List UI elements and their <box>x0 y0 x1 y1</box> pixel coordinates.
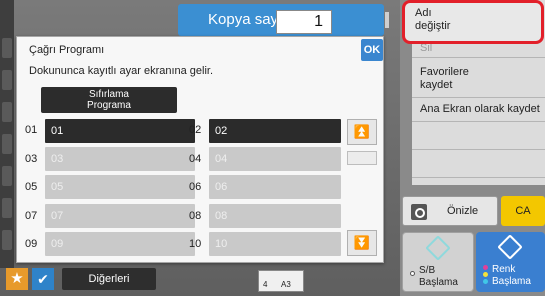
menu-item-label: kaydet <box>420 79 453 91</box>
rail-tab[interactable] <box>2 38 12 58</box>
menu-item-empty <box>412 122 545 150</box>
rail-tab[interactable] <box>2 230 12 250</box>
double-chevron-down-icon: ⏬ <box>353 235 371 250</box>
scroll-down-button[interactable]: ⏬ <box>347 230 377 256</box>
program-number: 06 <box>189 181 202 193</box>
dialog-title: Çağrı Programı <box>29 44 105 56</box>
program-button-02[interactable]: 02 <box>209 119 341 143</box>
color-start-button[interactable]: Renk Başlama <box>476 232 545 292</box>
program-number: 05 <box>25 181 38 193</box>
program-number: 07 <box>25 210 38 222</box>
program-number: 01 <box>25 124 38 136</box>
copy-count-field[interactable]: 1 <box>276 10 332 34</box>
paper-tray-indicator: 4 A3 <box>258 270 304 292</box>
dialog-subtitle: Dokununca kayıtlı ayar ekranına gelir. <box>29 65 214 77</box>
preview-icon <box>411 204 427 220</box>
check-button[interactable]: ✔ <box>32 268 54 290</box>
program-number: 08 <box>189 210 202 222</box>
program-button-04[interactable]: 04 <box>209 147 341 171</box>
program-button-05[interactable]: 05 <box>45 175 195 199</box>
magenta-dot-icon <box>483 265 488 270</box>
clear-all-button[interactable]: CA <box>501 196 545 226</box>
scrollbar-thumb[interactable] <box>347 151 377 165</box>
yellow-dot-icon <box>483 272 488 277</box>
program-number: 03 <box>25 153 38 165</box>
program-number: 10 <box>189 238 202 250</box>
reset-program-button[interactable]: Sıfırlama Programa <box>41 87 177 113</box>
bw-start-label: S/B Başlama <box>419 265 458 288</box>
bw-dot-icon <box>410 271 415 276</box>
ok-button[interactable]: OK <box>361 39 383 61</box>
cyan-dot-icon <box>483 279 488 284</box>
rename-button[interactable]: Adı değiştir <box>402 0 544 44</box>
program-button-09[interactable]: 09 <box>45 232 195 256</box>
scroll-indicator <box>385 12 389 28</box>
program-recall-dialog: Çağrı Programı Dokununca kayıtlı ayar ek… <box>16 36 384 263</box>
rename-label: Adı <box>415 7 432 19</box>
program-button-10[interactable]: 10 <box>209 232 341 256</box>
favorites-star-button[interactable]: ★ <box>6 268 28 290</box>
program-number: 09 <box>25 238 38 250</box>
others-button[interactable]: Diğerleri <box>62 268 156 290</box>
rail-tab[interactable] <box>2 134 12 154</box>
rail-tab[interactable] <box>2 198 12 218</box>
program-number: 02 <box>189 124 202 136</box>
double-chevron-up-icon: ⏫ <box>353 124 371 139</box>
program-button-08[interactable]: 08 <box>209 204 341 228</box>
color-start-label: Renk Başlama <box>492 264 531 287</box>
left-tab-rail <box>0 0 14 268</box>
program-button-03[interactable]: 03 <box>45 147 195 171</box>
start-icon <box>497 234 523 260</box>
rail-tab[interactable] <box>2 166 12 186</box>
rail-tab[interactable] <box>2 102 12 122</box>
program-button-01[interactable]: 01 <box>45 119 195 143</box>
paper-size-label: A3 <box>281 280 291 289</box>
paper-tray-number: 4 <box>263 280 268 289</box>
bw-start-button[interactable]: S/B Başlama <box>402 232 474 292</box>
program-button-06[interactable]: 06 <box>209 175 341 199</box>
preview-label: Önizle <box>447 205 479 217</box>
preview-button[interactable]: Önizle <box>402 196 498 226</box>
start-icon <box>425 235 451 261</box>
rename-label: değiştir <box>415 20 451 32</box>
menu-item-add-favorites[interactable]: Favorilere kaydet <box>412 62 545 98</box>
menu-item-empty <box>412 150 545 178</box>
menu-item-label: Favorilere <box>420 66 469 78</box>
rail-tab[interactable] <box>2 70 12 90</box>
scroll-up-button[interactable]: ⏫ <box>347 119 377 145</box>
menu-item-save-home[interactable]: Ana Ekran olarak kaydet <box>412 98 545 122</box>
program-number: 04 <box>189 153 202 165</box>
program-button-07[interactable]: 07 <box>45 204 195 228</box>
